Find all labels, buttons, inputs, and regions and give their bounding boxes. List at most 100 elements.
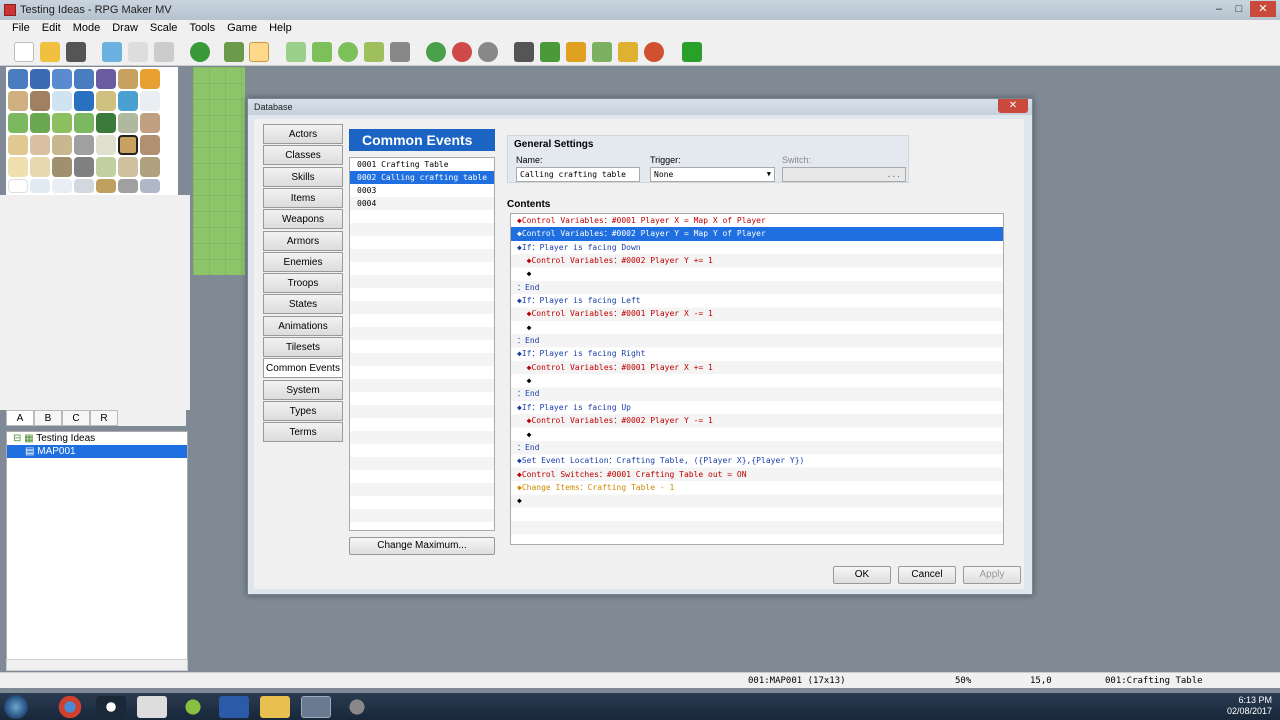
event-mode-icon[interactable] bbox=[249, 42, 269, 62]
resource-manager-icon[interactable] bbox=[618, 42, 638, 62]
ellipse-icon[interactable] bbox=[338, 42, 358, 62]
menu-edit[interactable]: Edit bbox=[36, 20, 67, 38]
category-weapons[interactable]: Weapons bbox=[263, 209, 343, 230]
event-list-item-selected[interactable]: 0002 Calling crafting table bbox=[350, 171, 494, 184]
tile[interactable] bbox=[74, 91, 94, 111]
undo-icon[interactable] bbox=[190, 42, 210, 62]
dialog-close-button[interactable]: ✕ bbox=[998, 99, 1028, 113]
tile[interactable] bbox=[8, 135, 28, 155]
tile[interactable] bbox=[118, 91, 138, 111]
category-types[interactable]: Types bbox=[263, 400, 343, 421]
tile[interactable] bbox=[8, 69, 28, 89]
new-project-icon[interactable] bbox=[14, 42, 34, 62]
copy-icon[interactable] bbox=[128, 42, 148, 62]
command-line[interactable]: ：End bbox=[511, 334, 1003, 347]
tile[interactable] bbox=[96, 179, 116, 193]
tile[interactable] bbox=[118, 179, 138, 193]
tile[interactable] bbox=[8, 91, 28, 111]
category-items[interactable]: Items bbox=[263, 187, 343, 208]
tile[interactable] bbox=[30, 135, 50, 155]
event-list-item[interactable]: 0003 bbox=[350, 184, 494, 197]
command-line[interactable]: ◆Control Variables：#0001 Player X = Map … bbox=[511, 214, 1003, 227]
command-line[interactable]: ◆If：Player is facing Right bbox=[511, 347, 1003, 360]
tile-selected[interactable] bbox=[118, 135, 138, 155]
sound-test-icon[interactable] bbox=[566, 42, 586, 62]
map-canvas[interactable] bbox=[193, 67, 245, 275]
maximize-button[interactable]: □ bbox=[1230, 1, 1248, 17]
command-line[interactable]: ◆ bbox=[511, 374, 1003, 387]
pencil-icon[interactable] bbox=[286, 42, 306, 62]
command-line[interactable]: ◆Control Variables：#0002 Player Y += 1 bbox=[511, 254, 1003, 267]
command-line[interactable]: ◆Control Variables：#0002 Player Y -= 1 bbox=[511, 414, 1003, 427]
shadow-pen-icon[interactable] bbox=[390, 42, 410, 62]
tile[interactable] bbox=[140, 113, 160, 133]
tile[interactable] bbox=[96, 135, 116, 155]
zoom-actual-icon[interactable] bbox=[478, 42, 498, 62]
chrome-icon[interactable] bbox=[55, 696, 85, 718]
playtest-icon[interactable] bbox=[682, 42, 702, 62]
tile[interactable] bbox=[118, 69, 138, 89]
tile[interactable] bbox=[30, 113, 50, 133]
menu-file[interactable]: File bbox=[6, 20, 36, 38]
tree-project[interactable]: ⊟ ▦ Testing Ideas bbox=[7, 432, 187, 445]
tile[interactable] bbox=[30, 91, 50, 111]
command-line[interactable]: ◆ bbox=[511, 267, 1003, 280]
category-animations[interactable]: Animations bbox=[263, 315, 343, 336]
tile[interactable] bbox=[140, 179, 160, 193]
tree-map-item[interactable]: ▤ MAP001 bbox=[7, 445, 187, 458]
menu-tools[interactable]: Tools bbox=[183, 20, 221, 38]
menu-draw[interactable]: Draw bbox=[106, 20, 144, 38]
tab-r[interactable]: R bbox=[90, 410, 118, 426]
fill-icon[interactable] bbox=[364, 42, 384, 62]
start-button[interactable] bbox=[4, 695, 28, 719]
tile[interactable] bbox=[140, 69, 160, 89]
file-explorer-icon[interactable] bbox=[260, 696, 290, 718]
command-line[interactable]: ◆ bbox=[511, 321, 1003, 334]
menu-scale[interactable]: Scale bbox=[144, 20, 184, 38]
command-line[interactable]: ◆Control Variables：#0001 Player X -= 1 bbox=[511, 307, 1003, 320]
ok-button[interactable]: OK bbox=[833, 566, 891, 584]
tile[interactable] bbox=[140, 135, 160, 155]
event-list-item[interactable]: 0001 Crafting Table bbox=[350, 158, 494, 171]
event-list-item[interactable]: 0004 bbox=[350, 197, 494, 210]
tile[interactable] bbox=[96, 69, 116, 89]
zoom-out-icon[interactable] bbox=[452, 42, 472, 62]
menu-mode[interactable]: Mode bbox=[67, 20, 107, 38]
cut-icon[interactable] bbox=[102, 42, 122, 62]
tile[interactable] bbox=[118, 157, 138, 177]
tile[interactable] bbox=[96, 113, 116, 133]
command-line[interactable]: ◆If：Player is facing Left bbox=[511, 294, 1003, 307]
tile[interactable] bbox=[74, 179, 94, 193]
command-line[interactable]: ◆Control Switches：#0001 Crafting Table o… bbox=[511, 468, 1003, 481]
tile[interactable] bbox=[52, 157, 72, 177]
tile[interactable] bbox=[8, 157, 28, 177]
tile[interactable] bbox=[52, 69, 72, 89]
command-line[interactable]: ◆Set Event Location：Crafting Table, ({Pl… bbox=[511, 454, 1003, 467]
menu-help[interactable]: Help bbox=[263, 20, 298, 38]
tab-a[interactable]: A bbox=[6, 410, 34, 426]
change-maximum-button[interactable]: Change Maximum... bbox=[349, 537, 495, 555]
obs-icon[interactable] bbox=[342, 696, 372, 718]
category-common-events[interactable]: Common Events bbox=[263, 358, 343, 379]
tile[interactable] bbox=[8, 113, 28, 133]
tile[interactable] bbox=[74, 113, 94, 133]
command-line[interactable]: ◆Control Variables：#0001 Player X += 1 bbox=[511, 361, 1003, 374]
command-line[interactable]: ◆If：Player is facing Down bbox=[511, 241, 1003, 254]
app-green-icon[interactable] bbox=[178, 696, 208, 718]
open-project-icon[interactable] bbox=[40, 42, 60, 62]
apply-button[interactable]: Apply bbox=[963, 566, 1021, 584]
tile[interactable] bbox=[74, 69, 94, 89]
tile[interactable] bbox=[140, 157, 160, 177]
tile[interactable] bbox=[52, 91, 72, 111]
category-actors[interactable]: Actors bbox=[263, 124, 343, 144]
tile[interactable] bbox=[74, 157, 94, 177]
paste-icon[interactable] bbox=[154, 42, 174, 62]
minimize-button[interactable]: – bbox=[1210, 1, 1228, 17]
category-skills[interactable]: Skills bbox=[263, 166, 343, 187]
trigger-select[interactable]: None ▼ bbox=[650, 167, 775, 182]
category-terms[interactable]: Terms bbox=[263, 422, 343, 443]
close-button[interactable]: ✕ bbox=[1250, 1, 1276, 17]
steam-icon[interactable] bbox=[96, 696, 126, 718]
tab-c[interactable]: C bbox=[62, 410, 90, 426]
database-icon[interactable] bbox=[514, 42, 534, 62]
